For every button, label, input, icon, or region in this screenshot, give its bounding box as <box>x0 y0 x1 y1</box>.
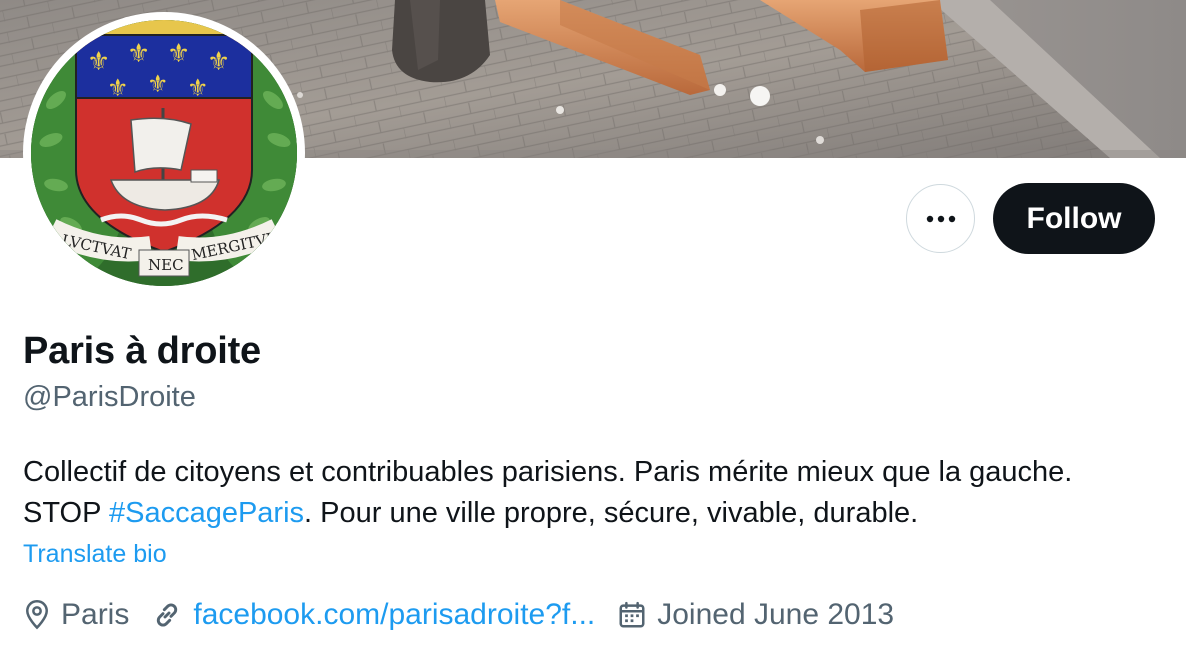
bio-line-1: Collectif de citoyens et contribuables p… <box>23 456 1073 488</box>
location-pin-icon <box>26 600 48 630</box>
profile-avatar[interactable]: ⚜ ⚜ ⚜ ⚜ ⚜ ⚜ ⚜ LVCTVAT NEC MERGITVR <box>23 12 305 294</box>
website-link[interactable]: facebook.com/parisadroite?f... <box>193 598 595 632</box>
profile-meta: Paris facebook.com/parisadroite?f... Joi… <box>23 595 916 635</box>
svg-text:⚜: ⚜ <box>147 70 169 98</box>
profile-bio: Collectif de citoyens et contribuables p… <box>23 452 1173 534</box>
location-text: Paris <box>61 598 130 631</box>
bio-line-2-prefix: STOP <box>23 497 109 529</box>
svg-text:⚜: ⚜ <box>187 74 209 102</box>
joined-date-text: Joined June 2013 <box>657 598 895 631</box>
follow-button[interactable]: Follow <box>993 183 1155 254</box>
display-name: Paris à droite <box>23 330 261 372</box>
bio-line-2-suffix: . Pour une ville propre, sécure, vivable… <box>304 497 919 529</box>
more-horizontal-icon <box>926 215 955 222</box>
motto-center-text: NEC <box>148 256 184 274</box>
hashtag-link[interactable]: #SaccageParis <box>109 497 304 529</box>
calendar-icon <box>619 601 645 628</box>
user-handle: @ParisDroite <box>23 381 196 413</box>
svg-text:⚜: ⚜ <box>87 47 110 77</box>
paris-coat-of-arms-logo: ⚜ ⚜ ⚜ ⚜ ⚜ ⚜ ⚜ LVCTVAT NEC MERGITVR <box>31 20 297 286</box>
translate-bio-link[interactable]: Translate bio <box>23 540 167 569</box>
svg-text:⚜: ⚜ <box>167 39 190 69</box>
bio-line-2: STOP #SaccageParis. Pour une ville propr… <box>23 493 1173 534</box>
avatar-image: ⚜ ⚜ ⚜ ⚜ ⚜ ⚜ ⚜ LVCTVAT NEC MERGITVR <box>31 20 297 286</box>
more-options-button[interactable] <box>906 184 975 253</box>
svg-text:⚜: ⚜ <box>107 74 129 102</box>
svg-text:⚜: ⚜ <box>127 39 150 69</box>
link-icon <box>157 603 178 627</box>
location-item: Paris <box>23 598 129 632</box>
svg-text:⚜: ⚜ <box>207 47 230 77</box>
website-item: facebook.com/parisadroite?f... <box>151 598 595 632</box>
joined-item: Joined June 2013 <box>617 598 894 632</box>
